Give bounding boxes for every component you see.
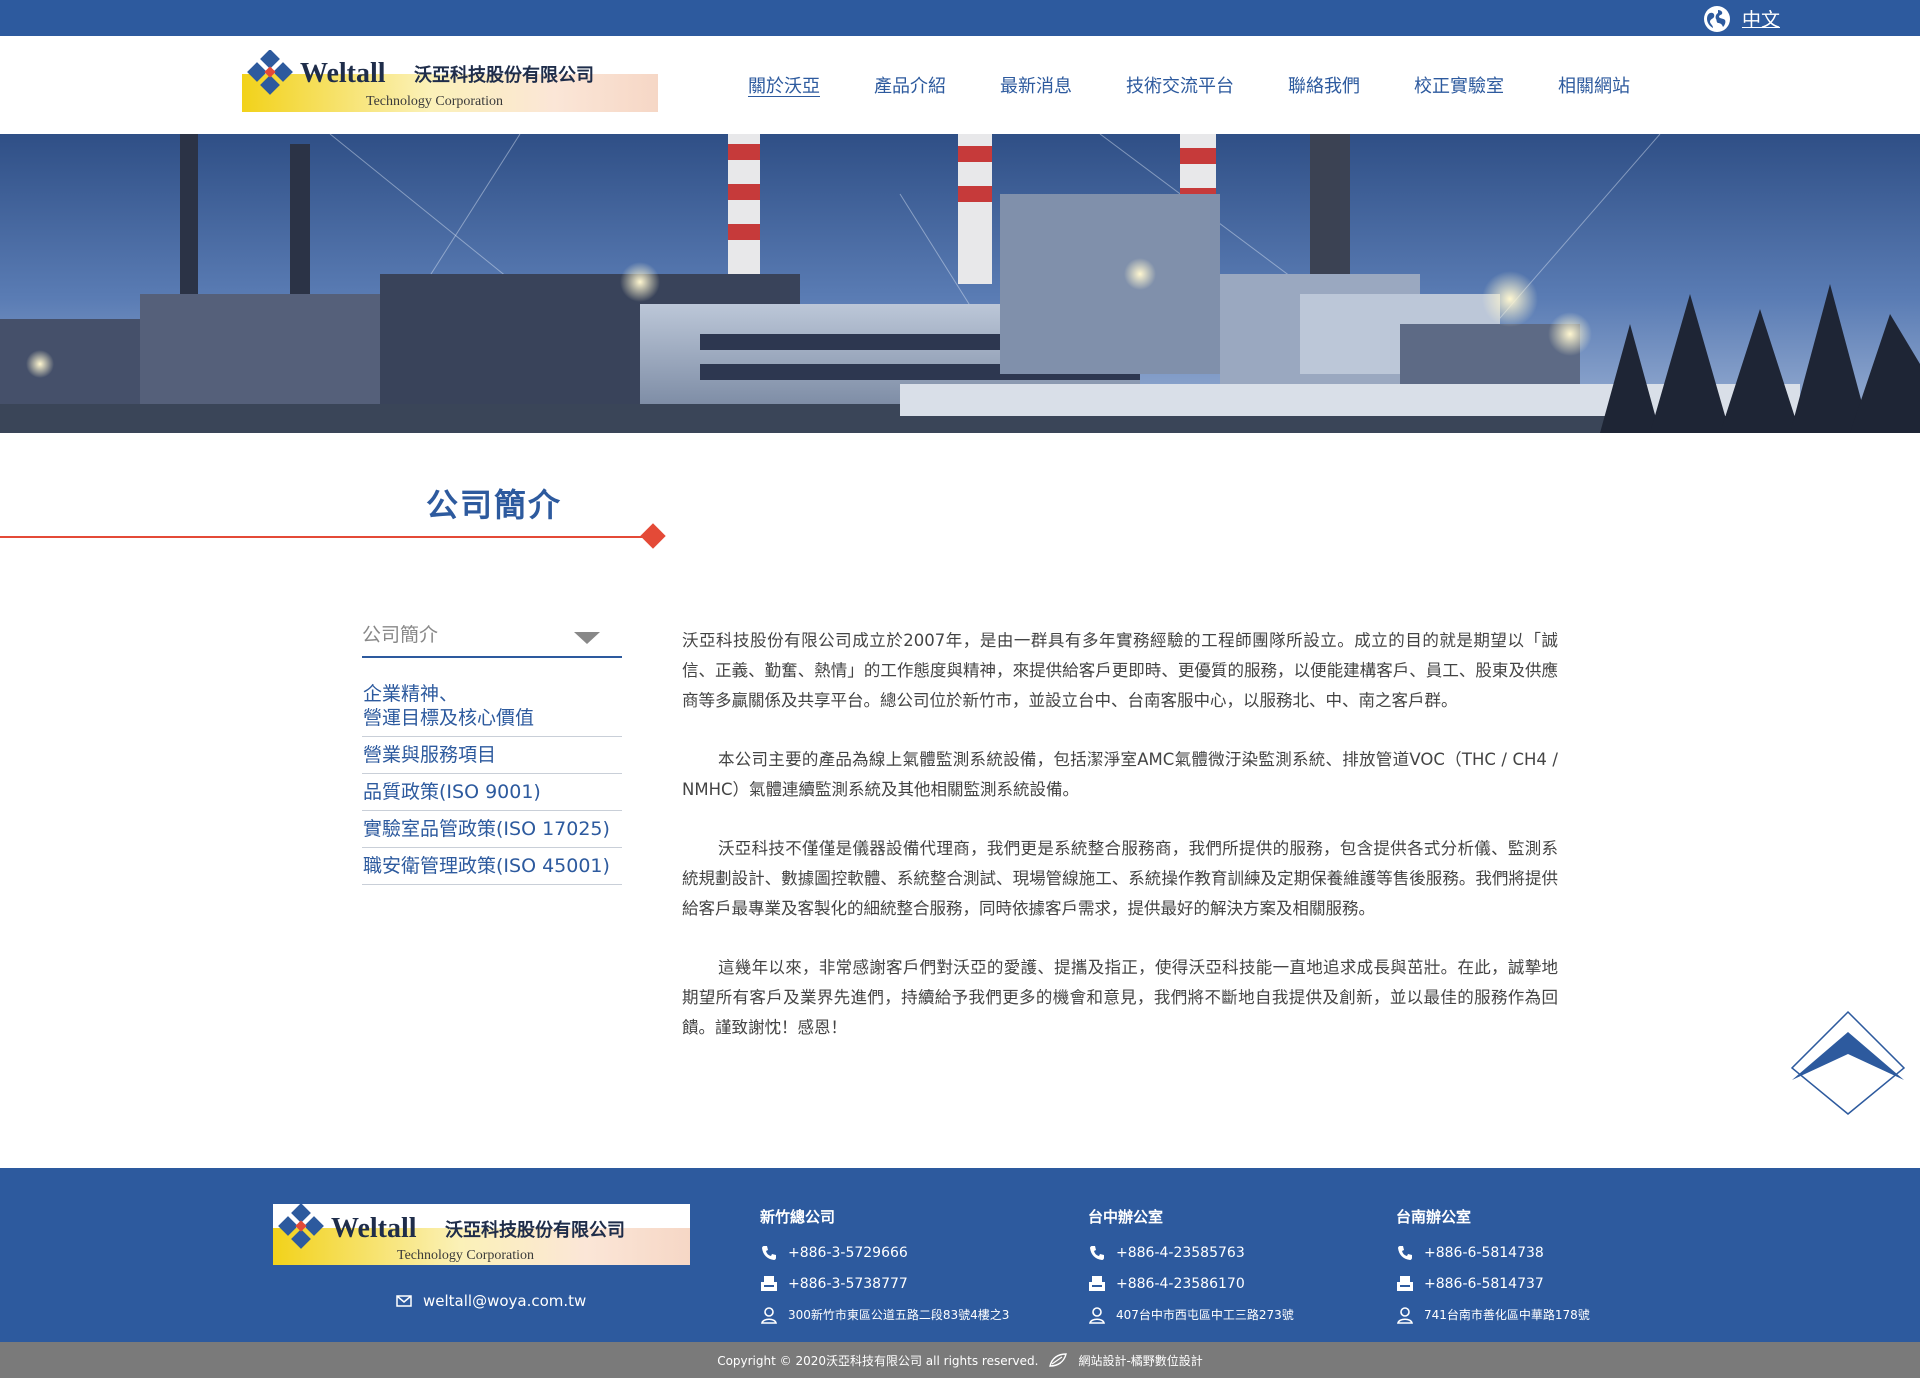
footer-email-text[interactable]: weltall@woya.com.tw <box>423 1292 586 1310</box>
phone-icon <box>1398 1245 1412 1260</box>
chevron-down-icon <box>574 632 600 644</box>
hero-banner <box>0 134 1920 433</box>
language-label[interactable]: 中文 <box>1742 5 1780 32</box>
top-bar: 中文 <box>0 0 1920 36</box>
fax-icon <box>1089 1275 1105 1291</box>
location-person-icon <box>1089 1306 1105 1324</box>
office-fax: +886-4-23586170 <box>1116 1275 1245 1292</box>
designer-credit[interactable]: 網站設計-橘野數位設計 <box>1078 1352 1202 1369</box>
copyright-bar: Copyright © 2020沃亞科技有限公司 all rights rese… <box>0 1342 1920 1378</box>
language-switcher[interactable]: 中文 <box>1703 5 1780 32</box>
title-divider-diamond <box>640 523 666 549</box>
company-logo[interactable]: Weltall 沃亞科技股份有限公司 Technology Corporatio… <box>242 49 658 112</box>
footer-email[interactable]: weltall@woya.com.tw <box>395 1292 586 1310</box>
office-name: 新竹總公司 <box>760 1208 836 1226</box>
sidebar-item-corporate-spirit[interactable]: 企業精神、 營運目標及核心價值 <box>362 658 622 737</box>
article-paragraph: 本公司主要的產品為線上氣體監測系統設備，包括潔淨室AMC氣體微汙染監測系統、排放… <box>682 750 1558 799</box>
office-name: 台中辦公室 <box>1088 1208 1164 1226</box>
back-to-top-button[interactable] <box>1790 1010 1906 1116</box>
mail-icon <box>396 1295 412 1307</box>
logo-brand: Weltall <box>300 58 386 89</box>
globe-icon <box>1703 5 1730 32</box>
article-paragraph: 這幾年以來，非常感謝客戶們對沃亞的愛護、提攜及指正，使得沃亞科技能一直地追求成長… <box>682 958 1558 1037</box>
office-fax: +886-3-5738777 <box>788 1275 908 1292</box>
designer-leaf-icon <box>1049 1353 1068 1367</box>
site-footer: Weltall 沃亞科技股份有限公司 Technology Corporatio… <box>0 1168 1920 1342</box>
footer-logo-subtitle: Technology Corporation <box>397 1248 534 1263</box>
copyright-text: Copyright © 2020沃亞科技有限公司 all rights rese… <box>717 1353 1039 1368</box>
office-taichung: 台中辦公室 +886-4-23585763 +886-4-23586170 40… <box>1088 1206 1294 1330</box>
footer-logo-brand: Weltall <box>331 1213 417 1244</box>
sidebar-item-iso-9001[interactable]: 品質政策(ISO 9001) <box>362 774 622 811</box>
office-phone[interactable]: +886-3-5729666 <box>788 1245 908 1261</box>
office-fax: +886-6-5814737 <box>1424 1275 1544 1292</box>
article-paragraph: 沃亞科技不僅僅是儀器設備代理商，我們更是系統整合服務商，我們所提供的服務，包含提… <box>682 839 1558 918</box>
nav-item-related-sites[interactable]: 相關網站 <box>1558 72 1630 98</box>
office-tainan: 台南辦公室 +886-6-5814738 +886-6-5814737 741台… <box>1396 1206 1590 1330</box>
logo-chinese-name: 沃亞科技股份有限公司 <box>414 64 594 86</box>
office-phone[interactable]: +886-6-5814738 <box>1424 1245 1544 1261</box>
page-title: 公司簡介 <box>426 486 563 524</box>
sidebar-item-iso-17025[interactable]: 實驗室品管政策(ISO 17025) <box>362 811 622 848</box>
company-profile-text: 沃亞科技股份有限公司成立於2007年，是由一群具有多年實務經驗的工程師團隊所設立… <box>682 626 1558 1072</box>
nav-item-contact[interactable]: 聯絡我們 <box>1288 72 1360 98</box>
office-address: 300新竹市東區公道五路二段83號4樓之3 <box>788 1308 1010 1322</box>
office-hsinchu: 新竹總公司 +886-3-5729666 +886-3-5738777 300新… <box>760 1206 1009 1330</box>
logo-subtitle: Technology Corporation <box>366 94 503 109</box>
footer-logo[interactable]: Weltall 沃亞科技股份有限公司 Technology Corporatio… <box>273 1203 690 1265</box>
office-name: 台南辦公室 <box>1396 1208 1472 1226</box>
article-paragraph: 沃亞科技股份有限公司成立於2007年，是由一群具有多年實務經驗的工程師團隊所設立… <box>682 631 1558 710</box>
nav-item-news[interactable]: 最新消息 <box>1000 72 1072 98</box>
office-address: 407台中市西屯區中工三路273號 <box>1116 1308 1294 1322</box>
phone-icon <box>762 1245 776 1260</box>
nav-item-tech-platform[interactable]: 技術交流平台 <box>1126 72 1234 98</box>
nav-item-products[interactable]: 產品介紹 <box>874 72 946 98</box>
sidebar-selected-label: 公司簡介 <box>362 624 439 646</box>
main-nav: 關於沃亞 產品介紹 最新消息 技術交流平台 聯絡我們 校正實驗室 相關網站 <box>748 72 1684 98</box>
sidebar-item-iso-45001[interactable]: 職安衛管理政策(ISO 45001) <box>362 848 622 885</box>
office-address: 741台南市善化區中華路178號 <box>1424 1308 1590 1322</box>
office-phone[interactable]: +886-4-23585763 <box>1116 1245 1245 1261</box>
fax-icon <box>761 1275 777 1291</box>
footer-logo-chinese-name: 沃亞科技股份有限公司 <box>445 1219 625 1241</box>
title-divider <box>0 536 648 538</box>
sidebar-menu: 公司簡介 企業精神、 營運目標及核心價值 營業與服務項目 品質政策(ISO 90… <box>362 620 622 885</box>
sidebar-dropdown[interactable]: 公司簡介 <box>362 620 622 658</box>
fax-icon <box>1397 1275 1413 1291</box>
nav-item-about[interactable]: 關於沃亞 <box>748 72 820 98</box>
location-person-icon <box>761 1306 777 1324</box>
phone-icon <box>1090 1245 1104 1260</box>
site-header: Weltall 沃亞科技股份有限公司 Technology Corporatio… <box>0 36 1920 134</box>
nav-item-calibration-lab[interactable]: 校正實驗室 <box>1414 72 1504 98</box>
sidebar-item-business-services[interactable]: 營業與服務項目 <box>362 737 622 774</box>
location-person-icon <box>1397 1306 1413 1324</box>
